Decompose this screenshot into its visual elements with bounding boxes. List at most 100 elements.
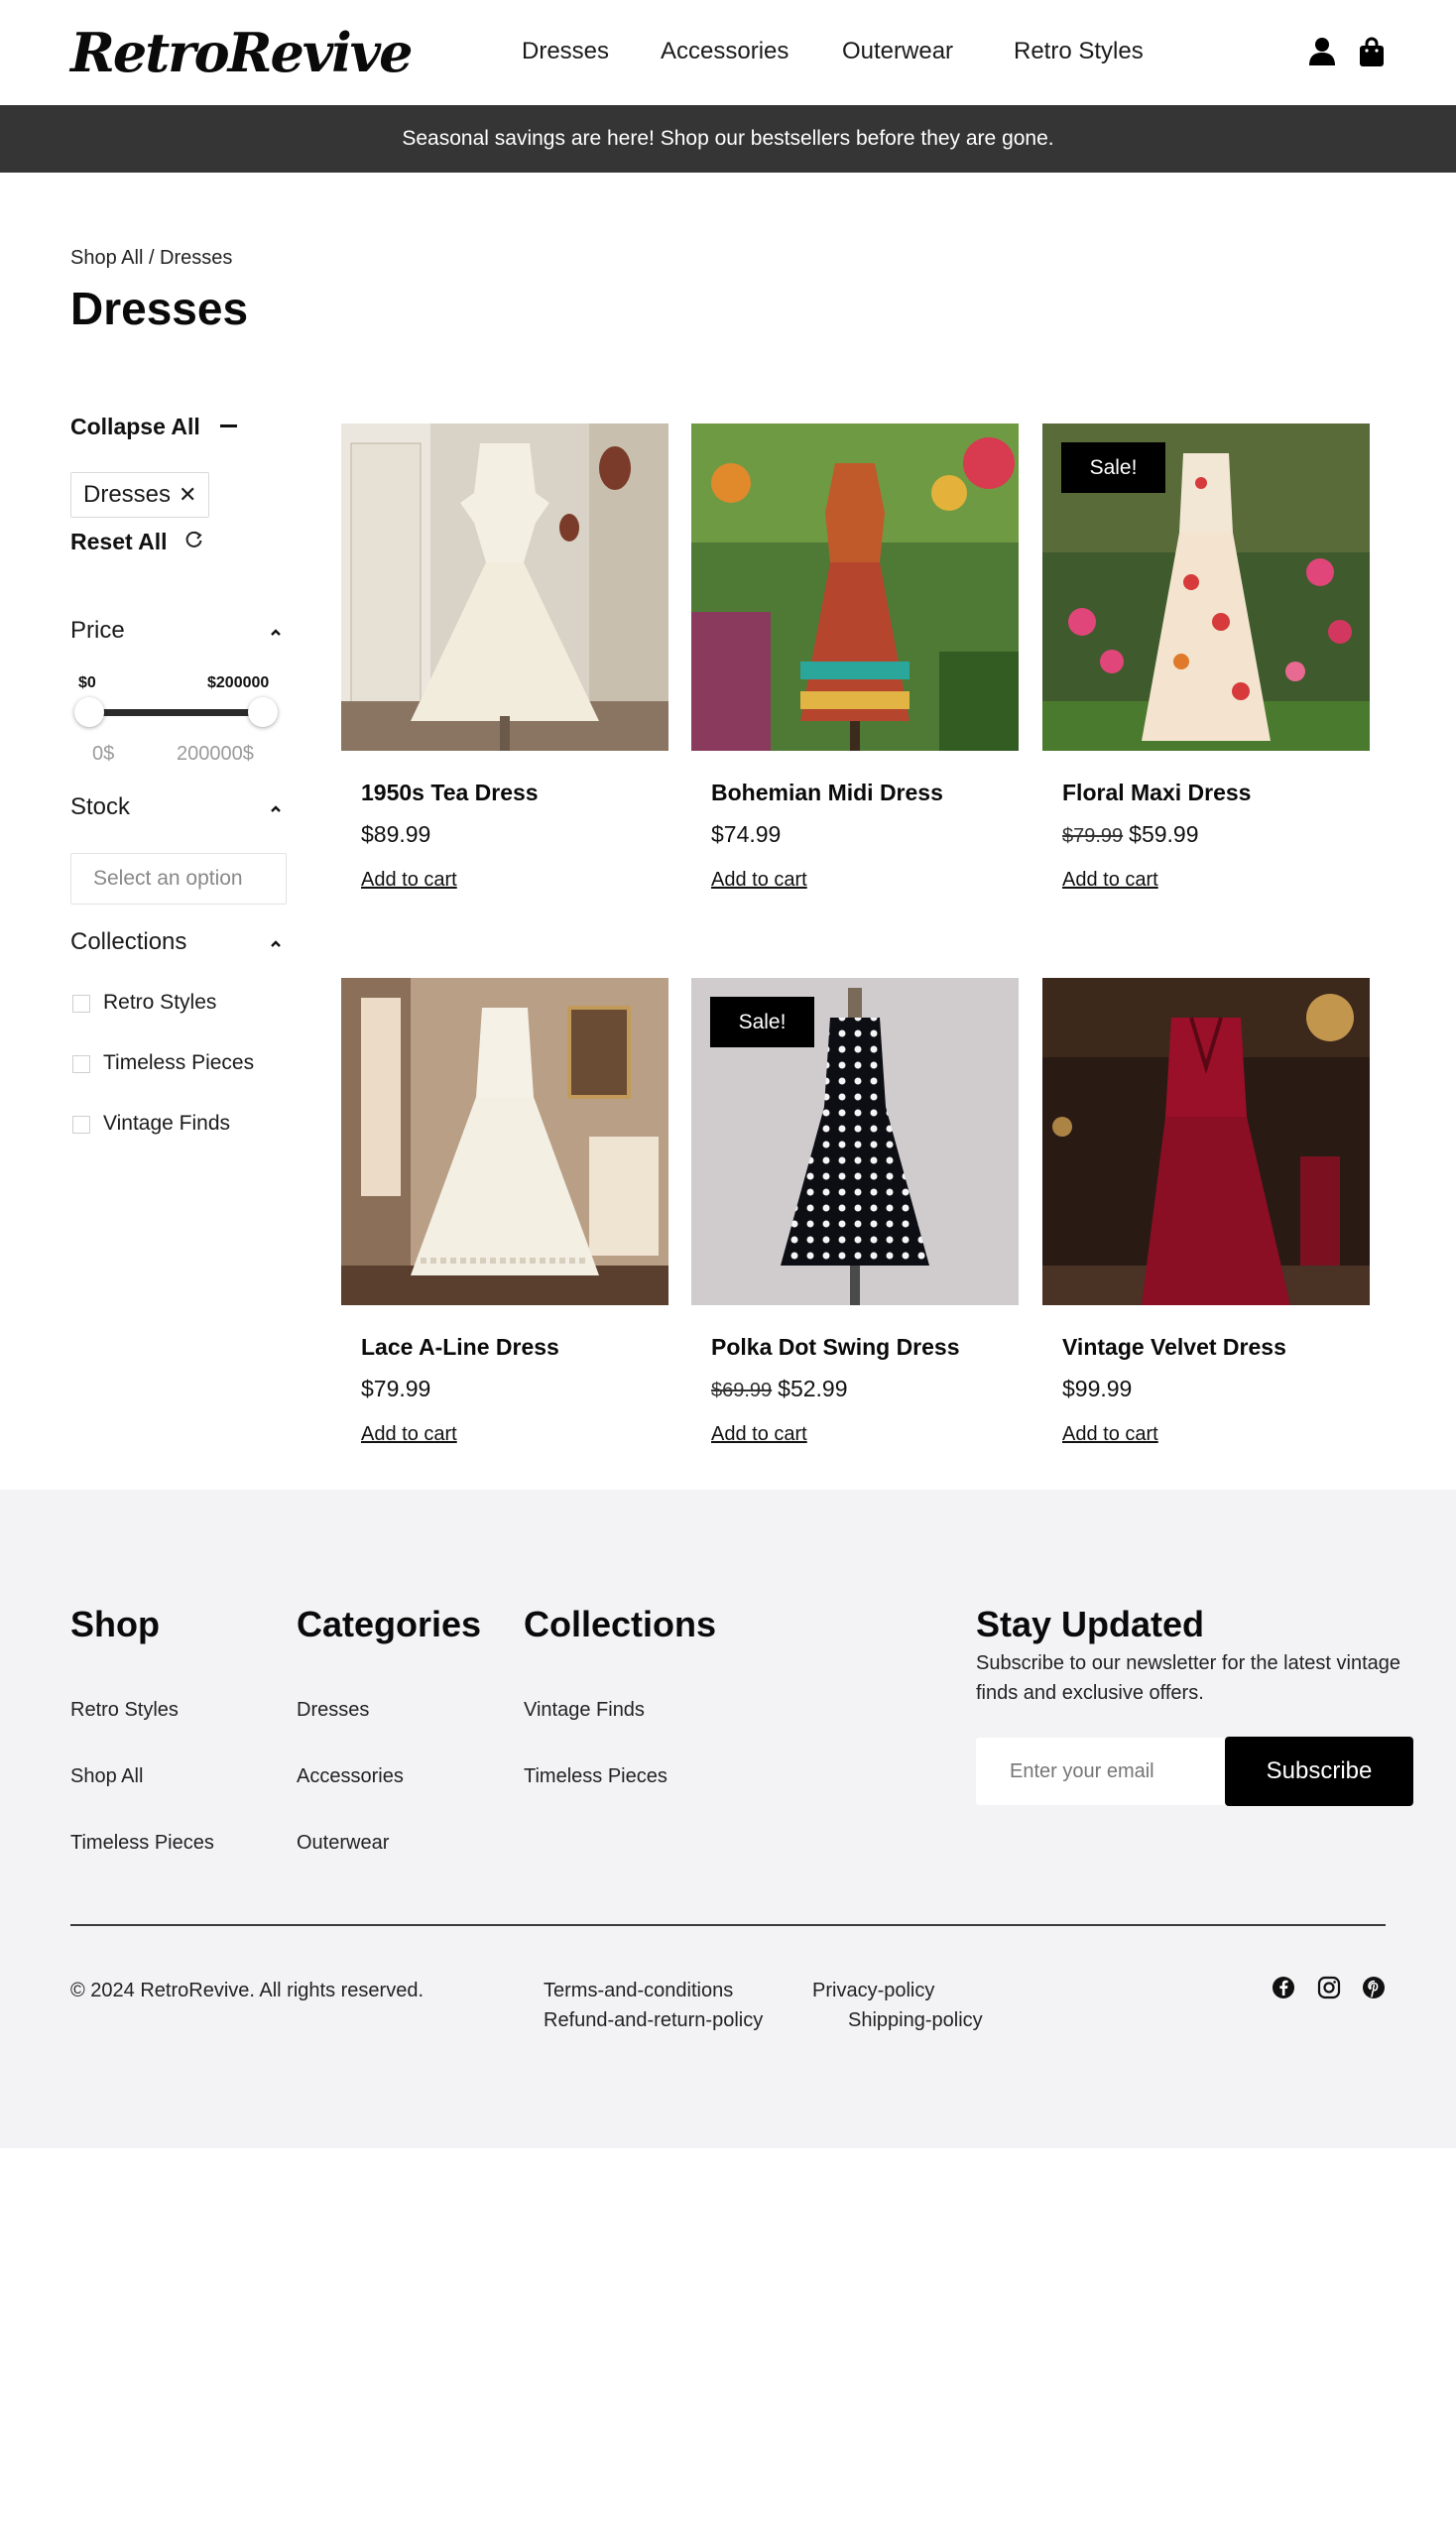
collection-option-label: Timeless Pieces [103, 1051, 255, 1074]
footer-link-timeless-pieces[interactable]: Timeless Pieces [70, 1829, 214, 1857]
promo-banner: Seasonal savings are here! Shop our best… [0, 105, 1456, 173]
price-max-handle[interactable] [248, 697, 278, 727]
active-filter-chip[interactable]: Dresses ✕ [70, 472, 209, 518]
footer-link-timeless-pieces[interactable]: Timeless Pieces [524, 1762, 667, 1790]
product-current-price: $52.99 [778, 1376, 848, 1401]
checkbox[interactable] [72, 1116, 90, 1134]
product-name[interactable]: Polka Dot Swing Dress [711, 1331, 960, 1363]
product-name[interactable]: Lace A-Line Dress [361, 1331, 559, 1363]
product-current-price: $59.99 [1129, 821, 1199, 847]
footer-divider [70, 1924, 1386, 1926]
product-name[interactable]: Floral Maxi Dress [1062, 777, 1251, 808]
shopping-bag-icon[interactable] [1359, 36, 1389, 67]
checkbox[interactable] [72, 1055, 90, 1073]
product-original-price: $69.99 [711, 1380, 773, 1401]
product-name[interactable]: Bohemian Midi Dress [711, 777, 943, 808]
copyright-text: © 2024 RetroRevive. All rights reserved. [70, 1980, 425, 2001]
product-name[interactable]: Vintage Velvet Dress [1062, 1331, 1286, 1363]
product-price: $99.99 [1062, 1373, 1132, 1404]
refund-link[interactable]: Refund-and-return-policy [544, 2005, 763, 2035]
main-nav: Dresses Accessories Outerwear Retro Styl… [0, 36, 1456, 67]
nav-accessories[interactable]: Accessories [661, 36, 789, 67]
add-to-cart-button[interactable]: Add to cart [1062, 866, 1158, 894]
instagram-icon[interactable] [1317, 1976, 1341, 1999]
product-card[interactable]: 1950s Tea Dress $89.99 Add to cart [341, 423, 668, 919]
product-card[interactable]: Sale! Floral Maxi Dress $79.99 $59.99 Add… [1042, 423, 1370, 919]
pinterest-icon[interactable] [1362, 1976, 1386, 1999]
footer-categories-heading: Categories [297, 1604, 482, 1644]
add-to-cart-button[interactable]: Add to cart [361, 866, 457, 894]
product-image[interactable] [341, 423, 668, 751]
close-icon[interactable]: ✕ [179, 480, 196, 510]
product-current-price: $79.99 [361, 1376, 431, 1401]
email-field[interactable] [976, 1738, 1226, 1805]
privacy-link[interactable]: Privacy-policy [812, 1976, 934, 2005]
nav-outerwear[interactable]: Outerwear [842, 36, 953, 67]
site-footer [0, 1490, 1456, 2148]
chevron-up-icon[interactable] [268, 802, 284, 814]
product-price: $89.99 [361, 818, 430, 850]
price-max-input[interactable]: 200000$ [177, 740, 254, 768]
product-current-price: $74.99 [711, 821, 782, 847]
product-name[interactable]: 1950s Tea Dress [361, 777, 539, 808]
footer-link-shop-all[interactable]: Shop All [70, 1762, 143, 1790]
newsletter-text: Subscribe to our newsletter for the late… [976, 1652, 1401, 1704]
page-title: Dresses [70, 283, 249, 334]
shipping-link[interactable]: Shipping-policy [848, 2005, 983, 2035]
breadcrumb[interactable]: Shop All / Dresses [70, 244, 232, 272]
product-price: $79.99 $59.99 [1062, 818, 1199, 852]
chevron-up-icon[interactable] [268, 937, 284, 949]
product-price: $79.99 [361, 1373, 430, 1404]
add-to-cart-button[interactable]: Add to cart [361, 1420, 457, 1448]
nav-retro-styles[interactable]: Retro Styles [1014, 36, 1144, 67]
site-header: RetroRevive Dresses Accessories Outerwea… [0, 0, 1456, 105]
reset-all-button[interactable]: Reset All [70, 526, 168, 557]
stock-filter-title[interactable]: Stock [70, 791, 130, 823]
footer-link-retro-styles[interactable]: Retro Styles [70, 1696, 179, 1724]
price-range-track[interactable] [89, 709, 264, 716]
price-min-input[interactable]: 0$ [92, 740, 114, 768]
product-price: $69.99 $52.99 [711, 1373, 848, 1406]
newsletter-heading: Stay Updated [976, 1604, 1205, 1644]
collections-filter-title[interactable]: Collections [70, 926, 186, 958]
footer-link-vintage-finds[interactable]: Vintage Finds [524, 1696, 645, 1724]
add-to-cart-button[interactable]: Add to cart [1062, 1420, 1158, 1448]
sale-badge: Sale! [1061, 442, 1165, 493]
footer-link-accessories[interactable]: Accessories [297, 1762, 404, 1790]
nav-dresses[interactable]: Dresses [522, 36, 609, 67]
product-price: $74.99 [711, 818, 781, 850]
sale-badge: Sale! [710, 997, 814, 1047]
product-card[interactable]: Lace A-Line Dress $79.99 Add to cart [341, 978, 668, 1474]
subscribe-button[interactable]: Subscribe [1225, 1737, 1413, 1806]
footer-collections-heading: Collections [524, 1604, 717, 1644]
facebook-icon[interactable] [1272, 1976, 1295, 1999]
chevron-up-icon[interactable] [268, 626, 284, 638]
user-icon[interactable] [1307, 36, 1337, 67]
terms-link[interactable]: Terms-and-conditions [544, 1976, 733, 2005]
price-min-label: $0 [78, 674, 96, 691]
product-image[interactable] [341, 978, 668, 1305]
collapse-all-button[interactable]: Collapse All [70, 411, 200, 442]
product-current-price: $89.99 [361, 821, 431, 847]
product-image[interactable] [691, 423, 1019, 751]
product-card[interactable]: Vintage Velvet Dress $99.99 Add to cart [1042, 978, 1370, 1474]
minus-icon[interactable] [220, 424, 237, 427]
price-max-label: $200000 [207, 674, 270, 691]
add-to-cart-button[interactable]: Add to cart [711, 1420, 807, 1448]
active-filter-label: Dresses [83, 481, 172, 508]
price-filter-title[interactable]: Price [70, 615, 125, 647]
checkbox[interactable] [72, 995, 90, 1013]
product-card[interactable]: Bohemian Midi Dress $74.99 Add to cart [691, 423, 1019, 919]
refresh-icon[interactable] [184, 530, 204, 549]
price-min-handle[interactable] [74, 697, 104, 727]
footer-link-outerwear[interactable]: Outerwear [297, 1829, 389, 1857]
collection-option-label: Retro Styles [103, 991, 217, 1014]
footer-link-dresses[interactable]: Dresses [297, 1696, 369, 1724]
product-image[interactable] [1042, 978, 1370, 1305]
product-original-price: $79.99 [1062, 825, 1124, 847]
footer-shop-heading: Shop [70, 1604, 160, 1644]
stock-select[interactable]: Select an option [70, 853, 287, 905]
add-to-cart-button[interactable]: Add to cart [711, 866, 807, 894]
product-card[interactable]: Sale! Polka Dot Swing Dress $69.99 $52.99… [691, 978, 1019, 1474]
product-current-price: $99.99 [1062, 1376, 1133, 1401]
